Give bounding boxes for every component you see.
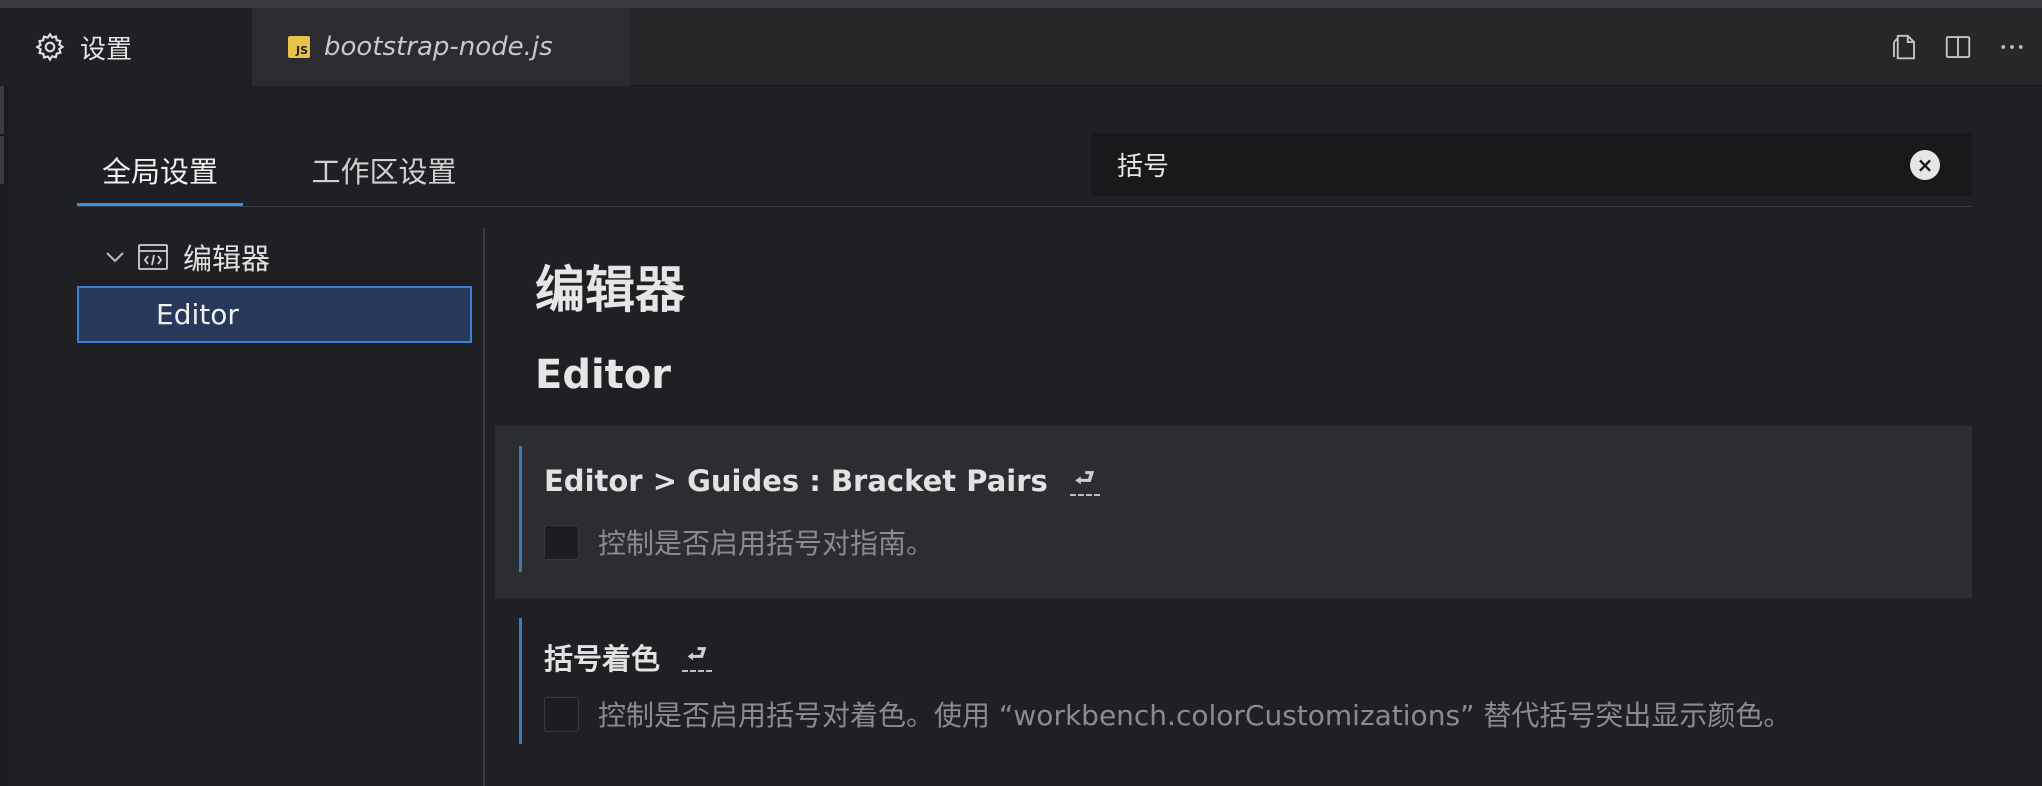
window-top-strip — [0, 0, 2042, 8]
toc-item-editor[interactable]: Editor — [77, 286, 472, 343]
tab-settings[interactable]: 设置 — [0, 8, 252, 86]
split-editor-icon[interactable] — [1942, 31, 1974, 63]
setting-bracket-pair-colorization: 括号着色 ⮐ 控制是否启用括号对着色。使用 “workbench.colorCu… — [495, 598, 1972, 770]
setting-description: 控制是否启用括号对着色。使用 “workbench.colorCustomiza… — [598, 699, 1792, 732]
setting-title-text: 括号着色 — [544, 642, 661, 676]
gear-icon — [35, 32, 65, 62]
setting-row: 控制是否启用括号对着色。使用 “workbench.colorCustomiza… — [544, 694, 1791, 734]
tab-global-settings-label: 全局设置 — [101, 154, 218, 189]
activity-edge — [0, 86, 8, 786]
edge-marker — [0, 86, 4, 134]
section-heading: Editor — [535, 352, 671, 398]
bracket-pairs-checkbox[interactable] — [544, 524, 579, 560]
chevron-down-icon — [105, 245, 127, 269]
tab-global-settings[interactable]: 全局设置 — [77, 132, 243, 207]
setting-bracket-pairs-guides: Editor > Guides : Bracket Pairs ⮐ 控制是否启用… — [495, 426, 1972, 598]
setting-title: Editor > Guides : Bracket Pairs ⮐ — [544, 464, 1100, 498]
settings-search: × — [1091, 133, 1972, 196]
setting-title-text: Editor > Guides : Bracket Pairs — [544, 464, 1048, 498]
toc-divider[interactable] — [483, 228, 485, 786]
category-heading: 编辑器 — [535, 261, 685, 319]
clear-search-icon[interactable]: × — [1910, 150, 1940, 180]
settings-search-input[interactable] — [1115, 148, 1895, 181]
setting-title: 括号着色 ⮐ — [544, 636, 713, 678]
header-divider — [77, 206, 1972, 207]
bracket-colorization-checkbox[interactable] — [544, 696, 579, 732]
editor-tab-bar: 设置 JS bootstrap-node.js — [0, 8, 2042, 86]
setting-description: 控制是否启用括号对指南。 — [598, 527, 935, 560]
editor-actions — [1888, 8, 2042, 86]
setting-row: 控制是否启用括号对指南。 — [544, 522, 934, 562]
modified-indicator — [519, 446, 522, 572]
toc-group-label: 编辑器 — [183, 242, 271, 276]
tab-bootstrap-node-js[interactable]: JS bootstrap-node.js — [252, 8, 630, 86]
modified-indicator — [519, 618, 522, 744]
sync-ignored-icon[interactable]: ⮐ — [1069, 466, 1100, 496]
settings-toc: 编辑器 Editor — [77, 228, 472, 343]
tab-file-label: bootstrap-node.js — [324, 32, 553, 62]
edge-marker — [0, 136, 4, 184]
code-window-icon — [138, 244, 168, 270]
tab-settings-label: 设置 — [80, 34, 133, 65]
toc-item-label: Editor — [156, 298, 239, 331]
open-settings-json-icon[interactable] — [1888, 31, 1920, 63]
tab-workspace-settings[interactable]: 工作区设置 — [293, 132, 475, 207]
javascript-file-icon: JS — [288, 36, 310, 58]
toc-group-editor[interactable]: 编辑器 — [77, 228, 472, 286]
tab-workspace-settings-label: 工作区设置 — [311, 154, 457, 189]
more-actions-icon[interactable] — [1996, 31, 2028, 63]
sync-ignored-icon[interactable]: ⮐ — [682, 642, 713, 672]
